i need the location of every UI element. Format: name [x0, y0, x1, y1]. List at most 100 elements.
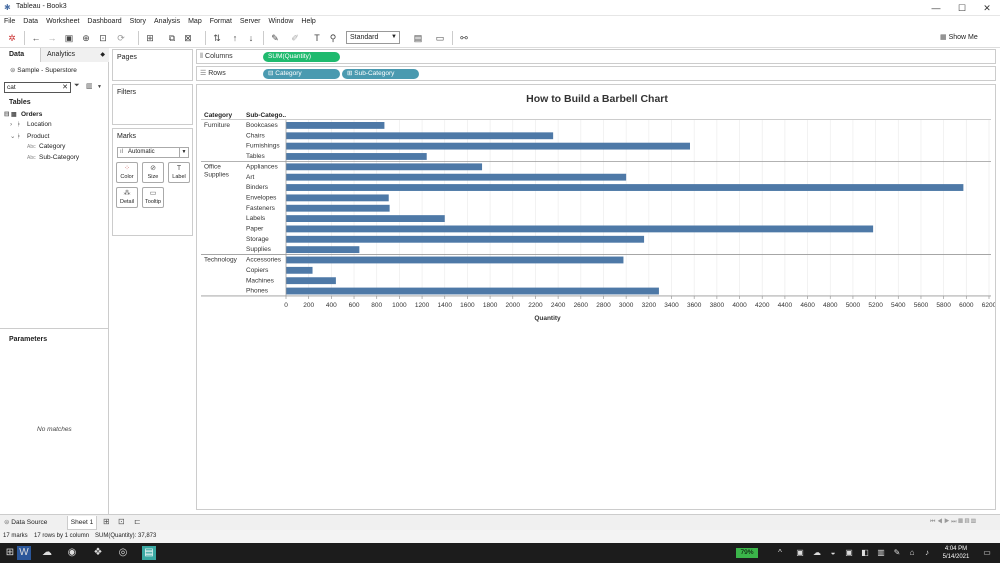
detail-button[interactable]: ⁂ Detail	[116, 187, 138, 208]
menu-help[interactable]: Help	[297, 16, 319, 25]
save-icon[interactable]: ▣	[63, 31, 75, 45]
volume-icon[interactable]: ♪	[920, 546, 934, 560]
tableau-home-icon[interactable]: ✲	[6, 31, 18, 45]
pen-icon[interactable]: ✎	[890, 546, 904, 560]
bar	[286, 246, 360, 254]
menu-analysis[interactable]: Analysis	[150, 16, 184, 25]
pill-sum-quantity[interactable]: SUM(Quantity)	[263, 52, 340, 62]
maximize-button[interactable]: ☐	[950, 2, 974, 14]
field-category[interactable]: Abc Category	[27, 143, 65, 150]
bar	[286, 142, 690, 150]
redo-icon[interactable]: →	[46, 31, 58, 45]
datasource-item[interactable]: ⊜ Sample - Superstore	[10, 66, 77, 74]
field-subcategory[interactable]: Abc Sub-Category	[27, 154, 79, 161]
tray-chevron-icon[interactable]: ^	[773, 546, 787, 560]
tableau-taskbar-icon[interactable]: ▤	[142, 546, 156, 560]
menu-format[interactable]: Format	[206, 16, 236, 25]
menu-window[interactable]: Window	[265, 16, 298, 25]
data-source-tab[interactable]: ⊜ Data Source	[4, 517, 47, 529]
cloud-icon[interactable]: ☁	[810, 546, 824, 560]
tray-app-icon[interactable]: ▣	[793, 546, 807, 560]
sort-ascending-icon[interactable]: ↑	[229, 31, 241, 45]
pause-updates-icon[interactable]: ⊡	[97, 31, 109, 45]
tree-item-product[interactable]: ⌄ ᚼ Product	[10, 132, 49, 140]
tray-app-icon[interactable]: ◧	[858, 546, 872, 560]
grid-app-icon[interactable]: ❖	[91, 546, 105, 560]
tree-item-orders[interactable]: ⊟ ▦ Orders	[4, 110, 42, 118]
word-icon[interactable]: W	[17, 546, 31, 560]
duplicate-sheet-icon[interactable]: ⧉	[166, 31, 178, 45]
filters-card[interactable]: Filters	[112, 84, 193, 125]
menu-dashboard[interactable]: Dashboard	[83, 16, 125, 25]
chevron-down-icon[interactable]: ▼	[97, 84, 102, 90]
category-label: Supplies	[204, 171, 230, 178]
show-me-button[interactable]: ▦ Show Me	[940, 31, 978, 45]
show-cards-icon[interactable]: ▤	[412, 31, 424, 45]
sheet-navigation-icon[interactable]: ⏮ ◀ ▶ ⏭ ▦ ▤ ▥	[930, 519, 976, 526]
highlight-icon[interactable]: ✎	[269, 31, 281, 45]
tree-item-location[interactable]: › ᚼ Location	[10, 121, 52, 128]
group-members-icon[interactable]: ✐	[289, 31, 301, 45]
search-input[interactable]: cat ✕	[4, 82, 71, 93]
notifications-icon[interactable]: ▭	[980, 546, 994, 560]
swap-rows-columns-icon[interactable]: ⇅	[211, 31, 223, 45]
menu-map[interactable]: Map	[184, 16, 206, 25]
menu-file[interactable]: File	[0, 16, 19, 25]
color-button[interactable]: ⁘ Color	[116, 162, 138, 183]
tooltip-button[interactable]: ▭ Tooltip	[142, 187, 164, 208]
menu-worksheet[interactable]: Worksheet	[42, 16, 83, 25]
show-mark-labels-icon[interactable]: T	[311, 31, 323, 45]
new-worksheet-icon[interactable]: ⊞	[103, 517, 110, 526]
wifi-icon[interactable]: ◒	[826, 546, 840, 560]
filter-icon[interactable]: ⏷	[74, 82, 80, 90]
system-clock[interactable]: 4:04 PM 5/14/2021	[936, 545, 976, 561]
share-icon[interactable]: ⚯	[458, 31, 470, 45]
undo-icon[interactable]: ←	[30, 31, 42, 45]
menu-server[interactable]: Server	[236, 16, 265, 25]
tab-data[interactable]: Data	[0, 48, 40, 62]
pill-subcategory[interactable]: ⊞ Sub-Category	[342, 69, 419, 79]
label-button[interactable]: T Label	[168, 162, 190, 183]
sheet-tab[interactable]: Sheet 1	[67, 516, 97, 530]
view-area[interactable]: How to Build a Barbell Chart Category Su…	[196, 84, 996, 510]
clear-search-icon[interactable]: ✕	[62, 83, 68, 92]
windows-start-icon[interactable]: ⊞	[3, 546, 17, 560]
detail-label: Detail	[119, 199, 135, 205]
minimize-button[interactable]: —	[924, 2, 948, 14]
collapse-icon[interactable]: ⌄	[10, 132, 17, 140]
windows-taskbar: ⊞ W ☁ ◉ ❖ ◎ ▤ 79% ^ ▣ ☁ ◒ ▣ ◧ ▥ ✎ ⌂ ♪ 4:…	[0, 543, 1000, 563]
obs-icon[interactable]: ◎	[116, 546, 130, 560]
tab-analytics[interactable]: Analytics ◆	[40, 48, 109, 62]
pill-category[interactable]: ⊟ Category	[263, 69, 340, 79]
close-button[interactable]: ✕	[975, 2, 999, 14]
expand-icon[interactable]: ›	[10, 121, 17, 128]
bar-chart[interactable]: Furniture Bookcases Chairs Furnishings Table…	[197, 85, 995, 509]
bar	[286, 194, 389, 202]
chrome-icon[interactable]: ◉	[65, 546, 79, 560]
network-icon[interactable]: ⌂	[905, 546, 919, 560]
new-worksheet-icon[interactable]: ⊞	[144, 31, 156, 45]
sort-descending-icon[interactable]: ↓	[245, 31, 257, 45]
rows-shelf[interactable]: ☰ Rows ⊟ Category ⊞ Sub-Category	[196, 66, 996, 81]
fit-dropdown[interactable]: Standard ▼	[346, 31, 400, 44]
menu-data[interactable]: Data	[19, 16, 42, 25]
clear-sheet-icon[interactable]: ⊠	[182, 31, 194, 45]
tray-app-icon[interactable]: ▥	[874, 546, 888, 560]
pin-icon[interactable]: ◆	[100, 48, 105, 62]
menu-story[interactable]: Story	[126, 16, 150, 25]
view-options-icon[interactable]: ▥	[86, 82, 93, 90]
fix-axes-icon[interactable]: ⚲	[327, 31, 339, 45]
size-button[interactable]: ⊘ Size	[142, 162, 164, 183]
new-dashboard-icon[interactable]: ⊡	[118, 517, 125, 526]
mark-type-dropdown[interactable]: ıl Automatic ▼	[117, 147, 189, 158]
weather-icon[interactable]: ☁	[40, 546, 54, 560]
refresh-icon[interactable]: ⟳	[115, 31, 127, 45]
new-story-icon[interactable]: ⊏	[134, 517, 141, 526]
presentation-mode-icon[interactable]: ▭	[434, 31, 446, 45]
collapse-icon[interactable]: ⊟	[4, 110, 11, 118]
pages-card[interactable]: Pages	[112, 49, 193, 81]
battery-indicator[interactable]: 79%	[736, 548, 758, 558]
new-datasource-icon[interactable]: ⊕	[80, 31, 92, 45]
columns-shelf[interactable]: ⦀ Columns SUM(Quantity)	[196, 49, 996, 64]
tray-app-icon[interactable]: ▣	[842, 546, 856, 560]
